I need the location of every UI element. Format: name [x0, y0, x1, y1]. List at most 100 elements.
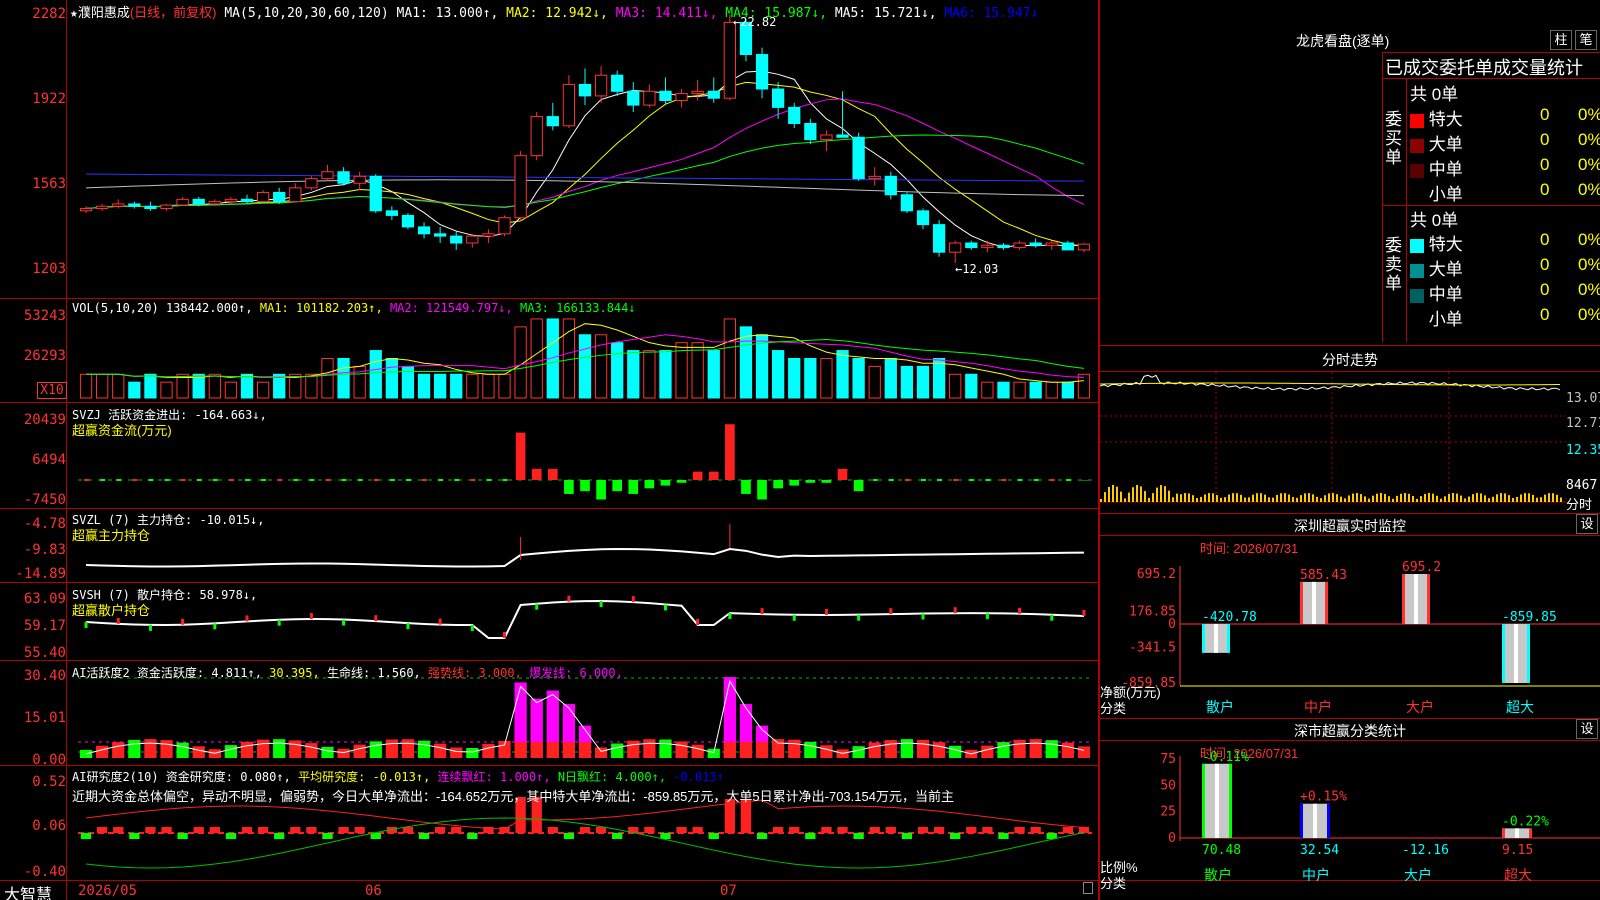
brand-label[interactable]: 大智慧: [4, 881, 52, 900]
svzj-tick: [389, 479, 395, 481]
szc-change-3: -0.22%: [1502, 814, 1549, 829]
ma-line-4: [86, 134, 1085, 210]
sell-swatch: [1410, 263, 1424, 278]
szm-cat-0: 散户: [1206, 699, 1234, 716]
vol-params[interactable]: VOL(5,10,20): [72, 301, 159, 315]
kline-chart-area[interactable]: [0, 0, 1098, 900]
intraday-vol-bar: [1436, 495, 1438, 502]
svzj-tick: [245, 479, 250, 481]
szm-cat-2: 大户: [1406, 699, 1434, 716]
svsh-tick: [631, 596, 635, 603]
ai2-bar: [96, 827, 108, 833]
volume-bar: [900, 365, 914, 399]
ai2-bar: [370, 833, 381, 839]
sz-monitor-title: 深圳超赢实时监控: [1294, 518, 1406, 534]
intraday-vol-bar: [1464, 498, 1466, 502]
intraday-vol-bar: [1460, 495, 1462, 502]
intraday-vol-bar: [1184, 493, 1186, 502]
intraday-vol-bar: [1300, 495, 1302, 502]
intraday-tick-1: 13.07: [1566, 391, 1600, 406]
candle-body: [836, 134, 849, 138]
ma6-value: MA6: 15.947↓: [944, 6, 1039, 21]
ai1-bar: [1045, 740, 1058, 758]
ai2-bar: [322, 833, 333, 839]
ai1-bar: [949, 745, 962, 758]
lock-icon[interactable]: [1083, 882, 1093, 894]
volume-bar: [160, 381, 173, 399]
sz-class-settings-button[interactable]: 设: [1576, 719, 1598, 739]
favorite-star-icon[interactable]: ★: [70, 6, 78, 21]
intraday-chart[interactable]: [1100, 372, 1600, 512]
volume-bar: [112, 373, 125, 399]
ma-params[interactable]: MA(5,10,20,30,60,120): [224, 6, 388, 21]
volume-bar: [772, 350, 785, 399]
intraday-vol-bar: [1280, 493, 1282, 502]
intraday-vol-bar: [1320, 498, 1322, 502]
ai2-bar: [418, 833, 430, 839]
period-label[interactable]: (日线，前复权): [130, 5, 217, 20]
ai2-bar: [966, 827, 977, 833]
lhb-left-line: [1382, 52, 1383, 342]
intraday-vol-bar: [1404, 493, 1406, 502]
svzj-tick: [196, 479, 202, 481]
intraday-vol-bar: [1172, 497, 1174, 502]
szc-bar-shine: [1515, 828, 1519, 838]
intraday-vol-bar: [1312, 494, 1314, 502]
ai2-bar: [80, 833, 92, 839]
svsh-tick: [84, 622, 88, 628]
bar-mode-button[interactable]: 柱: [1550, 30, 1572, 50]
vol-unit-badge[interactable]: X10: [37, 382, 67, 399]
candle-body: [755, 54, 769, 90]
lhb-title: 龙虎看盘(逐单): [1296, 33, 1390, 49]
ai2-bar: [579, 827, 591, 833]
candle-body: [965, 242, 978, 249]
svzj-subtitle: 超赢资金流(万元): [72, 423, 172, 438]
volume-bar: [691, 342, 704, 399]
ai2-bar: [901, 833, 913, 839]
intraday-top-line: [1100, 345, 1600, 346]
szc-tick-2: 25: [1160, 805, 1176, 820]
szc-tick-3: 0: [1168, 831, 1176, 846]
tick-mode-button[interactable]: 笔: [1575, 30, 1597, 50]
sz-monitor-chart: 695.2176.850-341.5-859.85-420.78散户585.43…: [1121, 560, 1600, 716]
buy-count: 0: [1540, 105, 1550, 124]
intraday-vol-bar: [1180, 494, 1182, 502]
ma3-value: MA3: 14.411↓,: [615, 6, 718, 21]
svsh-tick: [470, 624, 474, 631]
intraday-vol-bar: [1292, 497, 1294, 502]
candle-body: [578, 83, 592, 97]
ai2-bar: [193, 827, 204, 833]
buy-name: 小单: [1428, 185, 1463, 204]
intraday-vol-bar: [1116, 486, 1118, 502]
ai1-bar-base: [546, 742, 559, 758]
volume-bar: [450, 373, 463, 399]
sell-swatch: [1410, 313, 1424, 328]
intraday-vol-bar: [1140, 486, 1142, 502]
intraday-vol-bar: [1412, 495, 1414, 502]
szm-value-2: 695.2: [1402, 560, 1441, 575]
sell-row: 小单 0 0%: [1410, 305, 1600, 329]
svsh-tick: [1082, 609, 1086, 616]
szm-value-1: 585.43: [1300, 568, 1347, 583]
svzj-tick: [1049, 479, 1055, 481]
szc-cat-1: 中户: [1302, 867, 1330, 884]
intraday-vol-bar: [1204, 494, 1206, 502]
candle-body: [643, 90, 656, 106]
ai1-bar: [482, 744, 495, 758]
stock-name[interactable]: 濮阳惠成: [78, 5, 130, 20]
svzj-tick: [969, 479, 975, 481]
volume-bar: [643, 350, 656, 399]
intraday-vol-bar: [1200, 496, 1202, 502]
volume-bar: [981, 381, 994, 399]
ai1-bar: [337, 748, 350, 758]
volume-bar: [562, 318, 576, 399]
svsh-tick: [438, 618, 442, 625]
svzj-tick: [502, 479, 508, 481]
ai1-bar: [128, 739, 141, 758]
candle-body: [401, 214, 415, 228]
intraday-vol-bar: [1284, 493, 1286, 502]
ai2-tick-1: 0.52: [32, 774, 66, 790]
sell-count: 0: [1540, 305, 1550, 324]
sz-monitor-settings-button[interactable]: 设: [1576, 514, 1598, 534]
svzj-tick: [212, 479, 218, 481]
